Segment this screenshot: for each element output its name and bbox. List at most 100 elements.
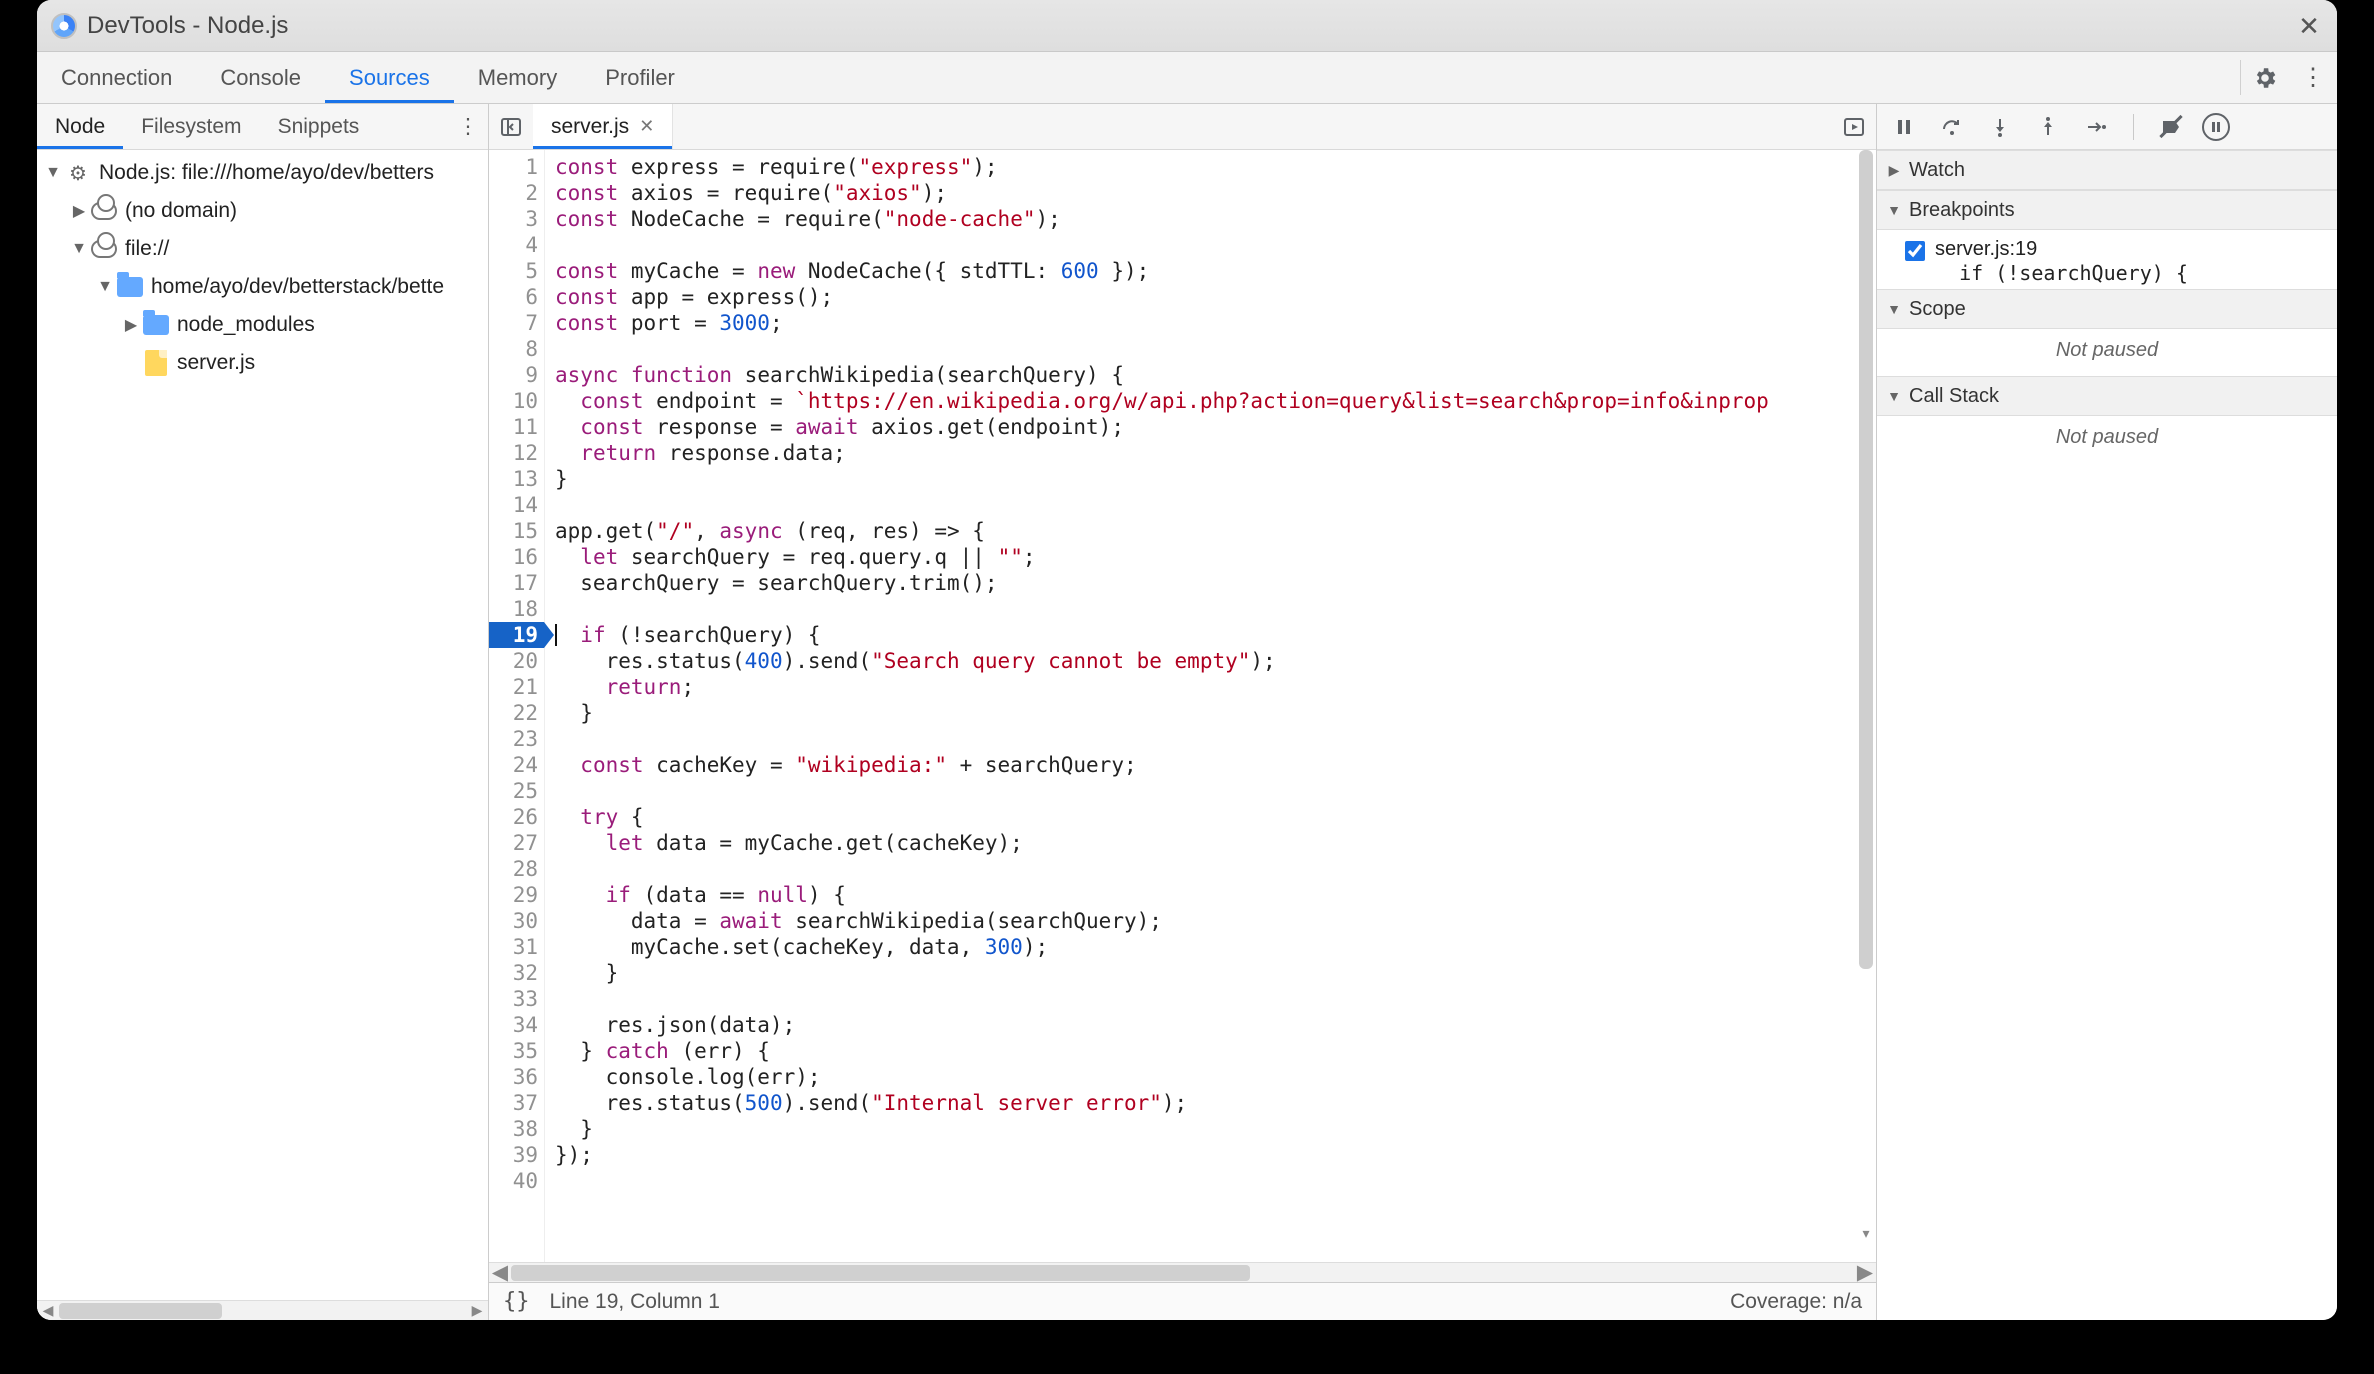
gutter-line[interactable]: 9 [489,362,544,388]
gutter-line[interactable]: 40 [489,1168,544,1194]
tree-row[interactable]: ▼home/ayo/dev/betterstack/bette [37,268,488,306]
chevron-down-icon[interactable]: ▼ [43,164,63,182]
code-line[interactable]: } [555,960,1876,986]
tree-row[interactable]: ▶node_modules [37,306,488,344]
main-tab-connection[interactable]: Connection [37,52,196,103]
gutter-line[interactable]: 23 [489,726,544,752]
gutter-line[interactable]: 1 [489,154,544,180]
gutter-line[interactable]: 18 [489,596,544,622]
scope-section-header[interactable]: ▼ Scope [1877,289,2337,329]
main-tab-sources[interactable]: Sources [325,52,454,103]
gutter-line[interactable]: 29 [489,882,544,908]
code-line[interactable]: const myCache = new NodeCache({ stdTTL: … [555,258,1876,284]
gutter-line[interactable]: 32 [489,960,544,986]
gutter-line[interactable]: 4 [489,232,544,258]
watch-section-header[interactable]: ▶ Watch [1877,150,2337,190]
code-content[interactable]: const express = require("express");const… [545,150,1876,1262]
step-into-button[interactable] [1983,110,2017,144]
gutter-line[interactable]: 20 [489,648,544,674]
nav-subtab-node[interactable]: Node [37,104,123,149]
gutter-line[interactable]: 13 [489,466,544,492]
code-line[interactable]: searchQuery = searchQuery.trim(); [555,570,1876,596]
tree-row[interactable]: server.js [37,344,488,382]
code-line[interactable] [555,856,1876,882]
gutter-line[interactable]: 14 [489,492,544,518]
code-line[interactable] [555,596,1876,622]
breakpoints-section-header[interactable]: ▼ Breakpoints [1877,190,2337,230]
gutter-line[interactable]: 31 [489,934,544,960]
code-line[interactable]: } [555,1116,1876,1142]
editor-tab-server-js[interactable]: server.js ✕ [533,104,673,149]
gutter-line[interactable]: 30 [489,908,544,934]
close-tab-icon[interactable]: ✕ [639,116,654,137]
code-line[interactable]: return; [555,674,1876,700]
pretty-print-icon[interactable]: {} [503,1289,530,1314]
pause-on-exceptions-button[interactable] [2202,113,2230,141]
code-line[interactable] [555,726,1876,752]
code-line[interactable]: app.get("/", async (req, res) => { [555,518,1876,544]
chevron-right-icon[interactable]: ▶ [69,201,89,221]
gutter-line[interactable]: 3 [489,206,544,232]
gutter-line[interactable]: 8 [489,336,544,362]
gutter-line[interactable]: 16 [489,544,544,570]
code-line[interactable]: console.log(err); [555,1064,1876,1090]
editor-v-scrollbar[interactable]: ▴ ▾ [1856,150,1876,1242]
gutter-line[interactable]: 22 [489,700,544,726]
gutter-line[interactable]: 7 [489,310,544,336]
code-area[interactable]: 1234567891011121314151617181920212223242… [489,150,1876,1262]
settings-gear-icon[interactable] [2241,52,2289,103]
code-line[interactable]: const response = await axios.get(endpoin… [555,414,1876,440]
code-line[interactable]: data = await searchWikipedia(searchQuery… [555,908,1876,934]
code-line[interactable]: if (!searchQuery) { [555,622,1876,648]
code-line[interactable] [555,986,1876,1012]
navigator-h-scrollbar[interactable]: ◀ ▶ [37,1300,488,1320]
gutter-line[interactable]: 12 [489,440,544,466]
breakpoint-checkbox[interactable] [1905,241,1925,261]
gutter-line[interactable]: 21 [489,674,544,700]
code-line[interactable] [555,492,1876,518]
nav-subtab-filesystem[interactable]: Filesystem [123,104,259,149]
gutter-line[interactable]: 27 [489,830,544,856]
tree-row[interactable]: ▼file:// [37,230,488,268]
gutter-line[interactable]: 5 [489,258,544,284]
code-line[interactable]: } [555,466,1876,492]
chevron-down-icon[interactable]: ▼ [95,278,115,296]
gutter-line[interactable]: 28 [489,856,544,882]
main-tab-profiler[interactable]: Profiler [581,52,699,103]
gutter-line[interactable]: 35 [489,1038,544,1064]
code-line[interactable] [555,778,1876,804]
gutter-line[interactable]: 26 [489,804,544,830]
code-line[interactable]: let searchQuery = req.query.q || ""; [555,544,1876,570]
code-line[interactable] [555,1168,1876,1194]
callstack-section-header[interactable]: ▼ Call Stack [1877,376,2337,416]
gutter-line[interactable]: 34 [489,1012,544,1038]
tree-row[interactable]: ▼⚙Node.js: file:///home/ayo/dev/betters [37,154,488,192]
chevron-right-icon[interactable]: ▶ [121,315,141,335]
toggle-navigator-icon[interactable] [489,104,533,149]
gutter-line[interactable]: 24 [489,752,544,778]
gutter-line[interactable]: 17 [489,570,544,596]
main-tab-memory[interactable]: Memory [454,52,581,103]
gutter-line[interactable]: 36 [489,1064,544,1090]
step-out-button[interactable] [2031,110,2065,144]
chevron-down-icon[interactable]: ▼ [69,240,89,258]
gutter-line[interactable]: 6 [489,284,544,310]
code-line[interactable]: const endpoint = `https://en.wikipedia.o… [555,388,1876,414]
editor-h-scrollbar[interactable]: ◀ ▶ [489,1262,1876,1282]
gutter-line[interactable]: 39 [489,1142,544,1168]
gutter-line[interactable]: 38 [489,1116,544,1142]
code-line[interactable]: if (data == null) { [555,882,1876,908]
window-close-button[interactable]: ✕ [2291,8,2327,44]
gutter-line[interactable]: 10 [489,388,544,414]
code-line[interactable]: const cacheKey = "wikipedia:" + searchQu… [555,752,1876,778]
code-line[interactable]: try { [555,804,1876,830]
breakpoint-item[interactable]: server.js:19 if (!searchQuery) { [1877,230,2337,289]
code-line[interactable]: async function searchWikipedia(searchQue… [555,362,1876,388]
code-line[interactable]: myCache.set(cacheKey, data, 300); [555,934,1876,960]
code-line[interactable]: } [555,700,1876,726]
code-line[interactable]: const port = 3000; [555,310,1876,336]
main-tab-console[interactable]: Console [196,52,325,103]
code-line[interactable] [555,336,1876,362]
gutter-line[interactable]: 33 [489,986,544,1012]
code-line[interactable]: res.status(500).send("Internal server er… [555,1090,1876,1116]
